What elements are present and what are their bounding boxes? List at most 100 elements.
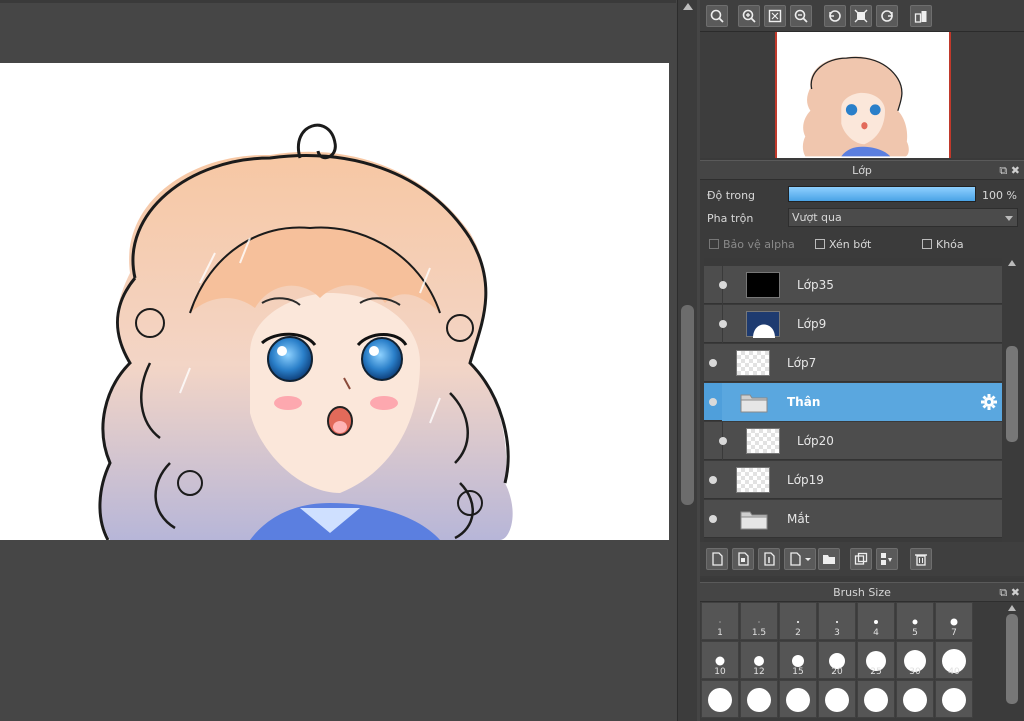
- opacity-slider-fill: [789, 187, 975, 201]
- navigator-thumbnail[interactable]: [775, 32, 951, 158]
- brush-size-cell[interactable]: [779, 680, 817, 718]
- flip-horizontal-icon[interactable]: [910, 5, 932, 27]
- brush-size-cell[interactable]: [818, 680, 856, 718]
- brush-size-cell[interactable]: 2: [779, 602, 817, 640]
- delete-layer-icon[interactable]: [910, 548, 932, 570]
- brush-size-cell[interactable]: [896, 680, 934, 718]
- chevron-down-icon: [1005, 216, 1013, 221]
- clipping-checkbox[interactable]: Xén bớt: [815, 238, 871, 251]
- blend-mode-value: Vượt qua: [792, 211, 842, 224]
- canvas-area[interactable]: [0, 0, 676, 721]
- brush-size-cell[interactable]: 1: [701, 602, 739, 640]
- brush-size-cell[interactable]: 15: [779, 641, 817, 679]
- brush-grid-scrollbar[interactable]: [1004, 602, 1020, 721]
- rotate-right-icon[interactable]: [876, 5, 898, 27]
- layer-row[interactable]: Lớp9: [704, 305, 1002, 343]
- rotate-left-icon[interactable]: [824, 5, 846, 27]
- opacity-value: 100 %: [982, 189, 1017, 202]
- brush-size-cell[interactable]: [857, 680, 895, 718]
- new-layer-icon[interactable]: [706, 548, 728, 570]
- fit-window-icon[interactable]: [764, 5, 786, 27]
- layer-thumbnail: [746, 428, 780, 454]
- close-icon[interactable]: ✖: [1011, 586, 1020, 599]
- brush-size-cell[interactable]: 3: [818, 602, 856, 640]
- new-folder-icon[interactable]: [818, 548, 840, 570]
- layer-toolbar: [700, 542, 1024, 576]
- visibility-icon[interactable]: [719, 281, 727, 289]
- opacity-slider[interactable]: [788, 186, 976, 202]
- brush-size-cell[interactable]: 40: [935, 641, 973, 679]
- brush-size-label: 7: [951, 628, 957, 638]
- brush-size-dot: [825, 688, 849, 712]
- add-layer-dropdown-icon[interactable]: [784, 548, 816, 570]
- navigator-preview[interactable]: [700, 32, 1024, 158]
- brush-size-label: 12: [753, 667, 765, 677]
- layer-row[interactable]: Lớp19: [704, 461, 1002, 499]
- canvas-artwork[interactable]: [0, 63, 669, 540]
- brush-size-cell[interactable]: 4: [857, 602, 895, 640]
- brush-size-cell[interactable]: 5: [896, 602, 934, 640]
- layer-row[interactable]: Lớp20: [704, 422, 1002, 460]
- close-icon[interactable]: ✖: [1011, 164, 1020, 177]
- brush-size-cell[interactable]: [740, 680, 778, 718]
- visibility-icon[interactable]: [709, 398, 717, 406]
- brush-size-dot: [719, 621, 721, 623]
- visibility-icon[interactable]: [719, 437, 727, 445]
- reset-view-icon[interactable]: [850, 5, 872, 27]
- zoom-fit-icon[interactable]: [706, 5, 728, 27]
- visibility-icon[interactable]: [709, 476, 717, 484]
- gear-icon[interactable]: [980, 393, 998, 414]
- new-1bit-layer-icon[interactable]: [758, 548, 780, 570]
- brush-size-dot: [792, 655, 804, 667]
- visibility-icon[interactable]: [709, 515, 717, 523]
- checkbox-box: [815, 239, 825, 249]
- brush-panel-header: Brush Size ⧉ ✖: [700, 582, 1024, 602]
- brush-size-cell[interactable]: 25: [857, 641, 895, 679]
- brush-size-cell[interactable]: 1.5: [740, 602, 778, 640]
- undock-icon[interactable]: ⧉: [999, 164, 1007, 177]
- visibility-icon[interactable]: [719, 320, 727, 328]
- brush-size-cell[interactable]: [935, 680, 973, 718]
- scroll-thumb[interactable]: [1006, 614, 1018, 704]
- layer-row[interactable]: Lớp35: [704, 266, 1002, 304]
- zoom-in-icon[interactable]: [738, 5, 760, 27]
- layer-row[interactable]: Mắt: [704, 500, 1002, 538]
- brush-size-cell[interactable]: 7: [935, 602, 973, 640]
- visibility-icon[interactable]: [709, 359, 717, 367]
- scroll-thumb[interactable]: [681, 305, 694, 505]
- undock-icon[interactable]: ⧉: [999, 586, 1007, 599]
- blend-mode-label: Pha trộn: [707, 212, 754, 225]
- scroll-thumb[interactable]: [1006, 346, 1018, 442]
- merge-down-icon[interactable]: [876, 548, 898, 570]
- layer-list[interactable]: Lớp35 Lớp9 Lớp7 Thân Lớp20 Lớp19 Mắt: [704, 258, 1002, 542]
- brush-size-label: 3: [834, 628, 840, 638]
- zoom-out-icon[interactable]: [790, 5, 812, 27]
- layer-row-selected[interactable]: Thân: [704, 383, 1002, 421]
- scroll-up-arrow-icon[interactable]: [1008, 605, 1016, 611]
- brush-size-dot: [715, 656, 725, 666]
- layer-list-scrollbar[interactable]: [1004, 258, 1020, 542]
- brush-size-cell[interactable]: 30: [896, 641, 934, 679]
- canvas-vertical-scrollbar[interactable]: [677, 0, 697, 721]
- brush-size-label: 1: [717, 628, 723, 638]
- blend-mode-select[interactable]: Vượt qua: [788, 208, 1018, 227]
- protect-alpha-checkbox[interactable]: Bảo vệ alpha: [709, 238, 795, 251]
- scroll-up-arrow-icon[interactable]: [1008, 260, 1016, 266]
- lock-label: Khóa: [936, 238, 964, 251]
- new-halftone-layer-icon[interactable]: [732, 548, 754, 570]
- lock-checkbox[interactable]: Khóa: [922, 238, 964, 251]
- brush-size-cell[interactable]: 20: [818, 641, 856, 679]
- brush-size-cell[interactable]: 12: [740, 641, 778, 679]
- brush-size-label: 15: [792, 667, 804, 677]
- brush-size-cell[interactable]: [701, 680, 739, 718]
- layer-row[interactable]: Lớp7: [704, 344, 1002, 382]
- brush-size-dot: [797, 621, 799, 623]
- scroll-up-arrow-icon[interactable]: [683, 3, 693, 10]
- brush-size-label: 10: [714, 667, 726, 677]
- brush-size-cell[interactable]: 10: [701, 641, 739, 679]
- brush-size-dot: [874, 620, 878, 624]
- brush-size-label: 20: [831, 667, 843, 677]
- brush-size-dot: [747, 688, 771, 712]
- brush-size-label: 1.5: [751, 628, 767, 638]
- duplicate-layer-icon[interactable]: [850, 548, 872, 570]
